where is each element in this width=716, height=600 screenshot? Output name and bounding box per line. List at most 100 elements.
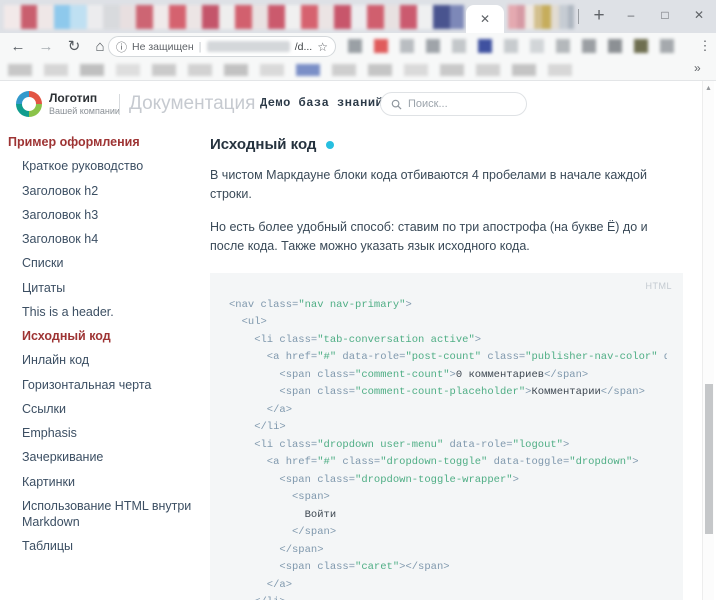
browser-menu-icon[interactable]: ⋮	[697, 33, 713, 59]
blurred-block	[417, 5, 434, 29]
blurred-block	[440, 64, 464, 76]
code-line: <a href="#" data-role="post-count" class…	[229, 349, 667, 367]
sidebar-item[interactable]: Заголовок h3	[8, 203, 208, 227]
code-block[interactable]: HTML <nav class="nav nav-primary"> <ul> …	[210, 273, 683, 600]
sidebar-item[interactable]: Инлайн код	[8, 348, 208, 372]
blurred-block	[530, 39, 544, 53]
blurred-block	[21, 5, 38, 29]
blurred-block	[525, 5, 534, 29]
tab-close-icon[interactable]: ✕	[480, 13, 490, 25]
blurred-block	[433, 5, 450, 29]
blurred-block	[260, 64, 284, 76]
blurred-block	[120, 5, 137, 29]
blurred-block	[219, 5, 236, 29]
sidebar-item[interactable]: Краткое руководство	[8, 154, 208, 178]
sidebar-item[interactable]: Картинки	[8, 470, 208, 494]
code-line: <span>	[229, 489, 667, 507]
blurred-extension-icons[interactable]	[348, 39, 690, 53]
window-maximize-button[interactable]: □	[648, 0, 682, 30]
window-close-button[interactable]: ✕	[682, 0, 716, 30]
blurred-block	[80, 64, 104, 76]
sidebar-item[interactable]: Ссылки	[8, 397, 208, 421]
search-placeholder: Поиск...	[408, 98, 448, 110]
bookmarks-overflow-icon[interactable]: »	[694, 61, 701, 75]
blurred-tabs-left[interactable]	[4, 5, 464, 29]
blurred-block	[512, 64, 536, 76]
sidebar-item[interactable]: Пример оформления	[8, 130, 208, 154]
blurred-block	[37, 5, 54, 29]
blurred-block	[517, 5, 526, 29]
code-line: </a>	[229, 577, 667, 595]
blurred-block	[116, 64, 140, 76]
url-suffix: /d...	[295, 41, 313, 53]
blurred-block	[556, 39, 570, 53]
sidebar-item[interactable]: This is a header.	[8, 300, 208, 324]
blurred-block	[608, 39, 622, 53]
sidebar-item[interactable]: Зачеркивание	[8, 445, 208, 469]
info-icon[interactable]: ⓘ	[116, 39, 127, 55]
scrollbar-thumb[interactable]	[705, 384, 713, 534]
blurred-block	[351, 5, 368, 29]
security-label: Не защищен	[132, 41, 194, 53]
code-line: <span class="comment-count">0 комментари…	[229, 367, 667, 385]
blurred-block	[404, 64, 428, 76]
reload-icon[interactable]: ↻	[62, 33, 86, 59]
code-line: <li class="tab-conversation active">	[229, 332, 667, 350]
code-line: </span>	[229, 542, 667, 560]
sidebar-item[interactable]: Заголовок h2	[8, 179, 208, 203]
page-scrollbar[interactable]: ▲	[702, 81, 714, 600]
browser-toolbar: ← → ↻ ⌂ ⓘ Не защищен | /d... ☆ ⋮	[0, 33, 716, 59]
blurred-block	[542, 5, 551, 29]
blurred-tabs-right[interactable]	[508, 5, 574, 29]
blurred-block	[44, 64, 68, 76]
code-line: Войти	[229, 507, 667, 525]
window-controls: – □ ✕	[614, 0, 716, 30]
sidebar-item[interactable]: Цитаты	[8, 276, 208, 300]
sidebar-item[interactable]: Таблицы	[8, 534, 208, 558]
article-paragraph: В чистом Маркдауне блоки кода отбиваются…	[210, 166, 683, 205]
scroll-up-icon[interactable]: ▲	[705, 85, 712, 92]
logo-subtitle: Вашей компании	[49, 106, 120, 116]
blurred-block	[188, 64, 212, 76]
sidebar-item[interactable]: Использование HTML внутри Markdown	[8, 494, 208, 535]
back-icon[interactable]: ←	[6, 33, 30, 59]
blurred-block	[559, 5, 568, 29]
blurred-block	[296, 64, 320, 76]
code-line: <ul>	[229, 314, 667, 332]
blurred-block	[634, 39, 648, 53]
company-logo[interactable]: Логотип Вашей компании	[16, 91, 120, 117]
new-tab-button[interactable]: +	[586, 3, 612, 29]
knowledge-base-title[interactable]: Демо база знаний	[260, 96, 383, 110]
active-tab[interactable]: ✕	[466, 5, 504, 33]
blurred-block	[202, 5, 219, 29]
blurred-block	[169, 5, 186, 29]
bookmark-star-icon[interactable]: ☆	[317, 40, 328, 54]
blurred-bookmarks[interactable]	[8, 64, 628, 76]
code-line: <span class="comment-count-placeholder">…	[229, 384, 667, 402]
code-line: <a href="#" class="dropdown-toggle" data…	[229, 454, 667, 472]
blurred-block	[400, 39, 414, 53]
window-minimize-button[interactable]: –	[614, 0, 648, 30]
app-title: Документация	[129, 93, 255, 115]
code-line: <span class="caret"></span>	[229, 559, 667, 577]
sidebar-item[interactable]: Списки	[8, 251, 208, 275]
sidebar-item[interactable]: Горизонтальная черта	[8, 373, 208, 397]
address-divider: |	[199, 41, 202, 53]
sidebar-item[interactable]: Заголовок h4	[8, 227, 208, 251]
sidebar-item[interactable]: Emphasis	[8, 421, 208, 445]
blurred-block	[54, 5, 71, 29]
code-line: </span>	[229, 524, 667, 542]
blurred-block	[551, 5, 560, 29]
blurred-block	[384, 5, 401, 29]
sidebar-nav: Пример оформленияКраткое руководствоЗаго…	[8, 130, 208, 559]
sidebar-item[interactable]: Исходный код	[8, 324, 208, 348]
search-input[interactable]: Поиск...	[380, 92, 527, 116]
blurred-block	[508, 5, 517, 29]
address-bar[interactable]: ⓘ Не защищен | /d... ☆	[108, 36, 336, 57]
blurred-block	[252, 5, 269, 29]
blurred-block	[224, 64, 248, 76]
browser-tab-bar: ✕ + – □ ✕	[0, 0, 716, 33]
blurred-block	[136, 5, 153, 29]
forward-icon[interactable]: →	[34, 33, 58, 59]
header-divider	[119, 94, 120, 115]
